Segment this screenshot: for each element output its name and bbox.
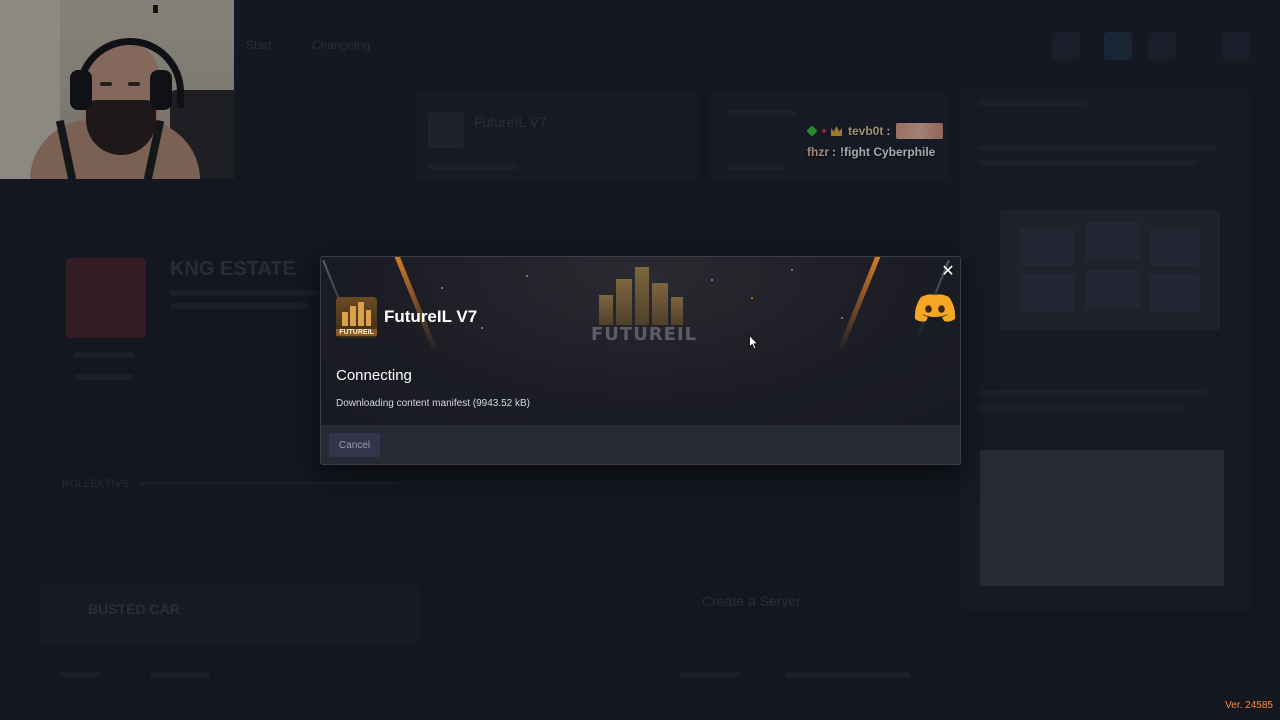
connection-status-detail: Downloading content manifest (9943.52 kB… xyxy=(336,398,531,409)
connecting-dialog: FUTUREIL ✕ FUTUREIL FutureIL V7 Connecti… xyxy=(320,256,961,465)
banner-star xyxy=(791,269,793,271)
banner-beam xyxy=(388,257,439,354)
logo-building xyxy=(635,267,649,325)
version-label: Ver. 24585 xyxy=(1225,700,1273,711)
connection-status-title: Connecting xyxy=(336,367,412,384)
discord-icon xyxy=(914,294,956,322)
banner-star xyxy=(481,327,483,329)
icon-building xyxy=(366,310,371,326)
logo-building xyxy=(616,279,632,325)
banner-star xyxy=(711,279,713,281)
futureil-banner-logo: FUTUREIL xyxy=(589,263,698,347)
server-banner: FUTUREIL ✕ FUTUREIL FutureIL V7 Connecti… xyxy=(321,257,960,425)
icon-building xyxy=(342,312,348,326)
close-button[interactable]: ✕ xyxy=(938,262,958,282)
icon-building xyxy=(350,306,356,326)
logo-building xyxy=(599,295,613,325)
banner-beam xyxy=(836,257,887,354)
mouse-cursor-icon xyxy=(749,335,759,350)
dialog-footer: Cancel xyxy=(321,425,960,464)
cancel-button[interactable]: Cancel xyxy=(329,433,380,457)
banner-star xyxy=(526,275,528,277)
server-name: FutureIL V7 xyxy=(384,307,478,326)
server-icon: FUTUREIL xyxy=(336,297,377,338)
banner-logo-text: FUTUREIL xyxy=(591,324,698,345)
banner-star xyxy=(841,317,843,319)
icon-building xyxy=(358,302,364,326)
logo-building xyxy=(671,297,683,325)
server-icon-label: FUTUREIL xyxy=(336,329,377,336)
logo-building xyxy=(652,283,668,325)
banner-star xyxy=(441,287,443,289)
banner-star xyxy=(751,297,753,299)
